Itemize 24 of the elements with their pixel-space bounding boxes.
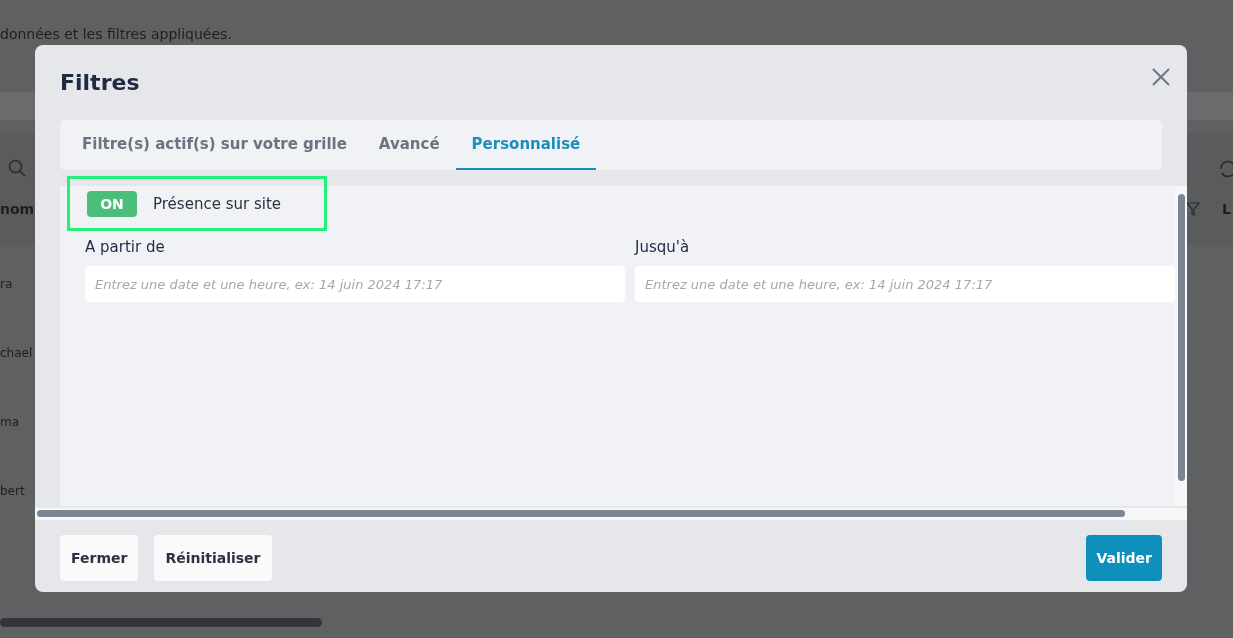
dialog-button[interactable]: Réinitialiser bbox=[154, 535, 272, 581]
field-label: Jusqu'à bbox=[635, 238, 691, 256]
refresh-icon bbox=[1219, 159, 1233, 179]
close-icon[interactable] bbox=[1151, 67, 1171, 87]
dialog-title: Filtres bbox=[60, 69, 140, 95]
tab[interactable]: Avancé bbox=[362, 120, 456, 170]
toggle-label: Présence sur site bbox=[153, 194, 281, 213]
field-label: A partir de bbox=[85, 238, 166, 256]
dialog-button[interactable]: Fermer bbox=[60, 535, 139, 581]
column-header: nom bbox=[0, 201, 35, 217]
grid-cell-text: ra bbox=[0, 277, 13, 293]
tab[interactable]: Personnalisé bbox=[455, 120, 597, 170]
search-icon bbox=[8, 159, 26, 177]
tab[interactable]: Filtre(s) actif(s) sur votre grille bbox=[66, 120, 363, 170]
grid-cell-text: bert bbox=[0, 484, 25, 500]
grid-cell-text: ma bbox=[0, 415, 20, 431]
date-field[interactable]: Entrez une date et une heure, ex: 14 juin 2024 17:17 bbox=[635, 266, 1175, 302]
grid-cell-text: chael bbox=[0, 346, 33, 362]
date-field[interactable]: Entrez une date et une heure, ex: 14 juin 2024 17:17 bbox=[85, 266, 625, 302]
toggle-switch[interactable]: ON bbox=[87, 190, 137, 217]
validate-button[interactable]: Valider bbox=[1086, 535, 1162, 581]
filter-icon bbox=[1186, 202, 1201, 216]
page-description: données et les filtres appliquées. bbox=[0, 26, 232, 42]
column-header: L bbox=[1222, 201, 1231, 217]
